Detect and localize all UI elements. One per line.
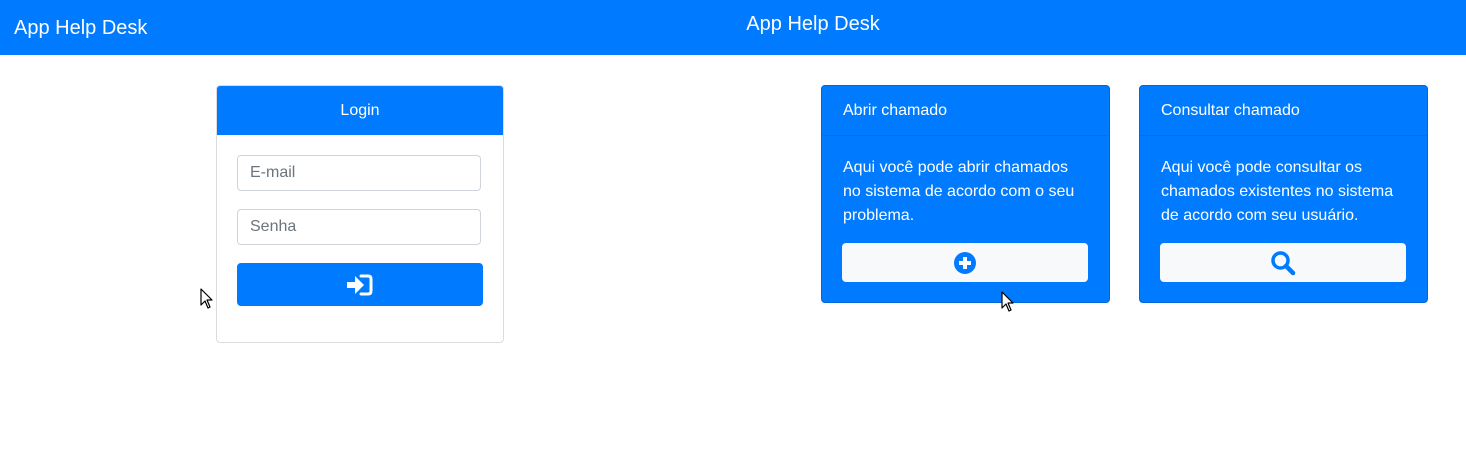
sign-in-icon	[347, 274, 373, 295]
login-button[interactable]	[237, 263, 483, 306]
mouse-cursor-icon	[1001, 291, 1014, 312]
email-input[interactable]	[237, 155, 481, 191]
login-card: Login	[216, 85, 504, 343]
view-ticket-description: Aqui você pode consultar os chamados exi…	[1161, 159, 1394, 224]
view-ticket-button[interactable]	[1160, 243, 1406, 282]
open-ticket-button[interactable]	[842, 243, 1088, 282]
mouse-cursor-icon	[200, 288, 213, 309]
password-input[interactable]	[237, 209, 481, 245]
view-ticket-card: Consultar chamado Aqui você pode consult…	[1139, 85, 1428, 303]
plus-circle-icon	[954, 251, 976, 274]
open-ticket-card: Abrir chamado Aqui você pode abrir chama…	[821, 85, 1110, 303]
search-icon	[1271, 250, 1296, 275]
view-ticket-title: Consultar chamado	[1140, 86, 1427, 136]
open-ticket-title: Abrir chamado	[822, 86, 1109, 136]
navbar-title: App Help Desk	[746, 13, 880, 35]
navbar: App Help Desk App Help Desk	[0, 0, 1466, 55]
open-ticket-description: Aqui você pode abrir chamados no sistema…	[843, 159, 1075, 224]
login-card-title: Login	[217, 86, 503, 135]
